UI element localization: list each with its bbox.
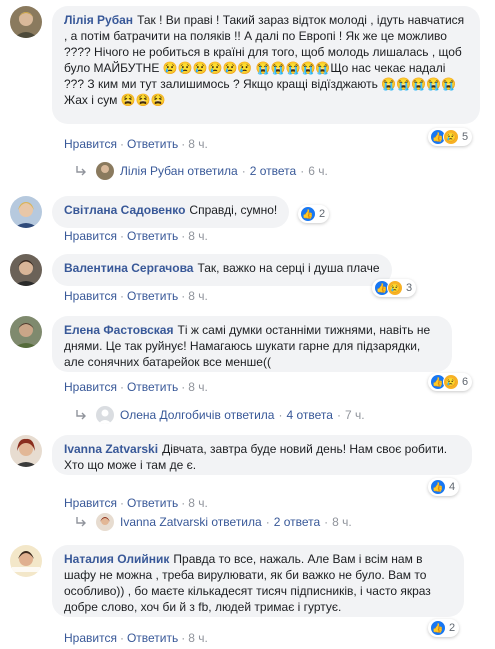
replies-link[interactable]: Олена Долгобичів ответила · 4 ответа · 7 ч. [74, 405, 365, 425]
reaction-count: 4 [449, 481, 456, 493]
reply-button[interactable]: Ответить [127, 631, 178, 645]
comment-actions: Нравится · Ответить · 8 ч. [64, 289, 208, 303]
reply-count[interactable]: 4 ответа [286, 408, 332, 422]
replier-name[interactable]: Олена Долгобичів [120, 408, 221, 422]
reactions-badge[interactable]: 👍 😢 3 [372, 279, 417, 297]
replier-name[interactable]: Ivanna Zatvarski [120, 515, 208, 529]
default-avatar-icon [96, 406, 114, 424]
comment-author[interactable]: Ivanna Zatvarski [64, 442, 158, 456]
comment-actions: Нравится · Ответить · 8 ч. [64, 631, 208, 645]
reply-arrow-icon [76, 166, 86, 176]
reply-time: 6 ч. [308, 164, 328, 178]
comment-actions: Нравится · Ответить · 8 ч. [64, 380, 208, 394]
reactions-badge[interactable]: 👍 😢 5 [428, 128, 473, 146]
comment-text: Справді, сумно! [189, 203, 278, 217]
comment-bubble: Ivanna Zatvarski Дівчата, завтра буде нов… [52, 435, 472, 475]
comment-bubble: Валентина Сергачова Так, важко на серці і… [52, 254, 392, 286]
reactions-badge[interactable]: 👍 4 [428, 478, 460, 496]
reaction-count: 3 [406, 282, 413, 294]
avatar[interactable] [10, 196, 42, 228]
comment-actions: Нравится · Ответить · 8 ч. [64, 137, 208, 151]
like-reaction-icon: 👍 [300, 206, 316, 222]
sad-reaction-icon: 😢 [443, 374, 459, 390]
like-button[interactable]: Нравится [64, 631, 117, 645]
like-button[interactable]: Нравится [64, 137, 117, 151]
comment-time[interactable]: 8 ч. [188, 137, 208, 151]
avatar[interactable] [10, 316, 42, 348]
reply-button[interactable]: Ответить [127, 496, 178, 510]
comment-time[interactable]: 8 ч. [188, 496, 208, 510]
reply-time: 7 ч. [344, 408, 365, 422]
comment-author[interactable]: Лілія Рубан [64, 13, 133, 27]
replies-link[interactable]: Лілія Рубан ответила · 2 ответа · 6 ч. [74, 161, 328, 181]
comment-actions: Нравится · Ответить · 8 ч. [64, 496, 208, 510]
reaction-count: 5 [462, 131, 469, 143]
avatar[interactable] [10, 254, 42, 286]
reply-arrow-icon [76, 410, 86, 420]
like-button[interactable]: Нравится [64, 229, 117, 243]
reply-button[interactable]: Ответить [127, 137, 178, 151]
like-button[interactable]: Нравится [64, 289, 117, 303]
comment-thread: Лілія Рубан Так ! Ви праві ! Такий зараз … [0, 0, 495, 649]
comment-text: Так, важко на серці і душа плаче [197, 261, 380, 275]
comment-actions: Нравится · Ответить · 8 ч. [64, 229, 208, 243]
reply-avatar [96, 162, 114, 180]
replies-link[interactable]: Ivanna Zatvarski ответила · 2 ответа · 8 ч. [74, 512, 352, 532]
comment-time[interactable]: 8 ч. [188, 380, 208, 394]
reactions-badge[interactable]: 👍 😢 6 [428, 373, 473, 391]
avatar[interactable] [10, 6, 42, 38]
reaction-count: 6 [462, 376, 469, 388]
reaction-count: 2 [449, 622, 456, 634]
comment-bubble: Світлана Садовенко Справді, сумно! [52, 196, 290, 228]
reaction-count: 2 [319, 208, 326, 220]
comment-time[interactable]: 8 ч. [188, 289, 208, 303]
comment-text: Так ! Ви праві ! Такий зараз відток моло… [64, 13, 465, 107]
sad-reaction-icon: 😢 [387, 280, 403, 296]
comment-bubble: Елена Фастовская Ті ж самі думки останнім… [52, 316, 452, 372]
like-button[interactable]: Нравится [64, 496, 117, 510]
reply-arrow-icon [76, 517, 86, 527]
comment-author[interactable]: Валентина Сергачова [64, 261, 193, 275]
comment-bubble: Лілія Рубан Так ! Ви праві ! Такий зараз … [52, 6, 480, 124]
reply-button[interactable]: Ответить [127, 289, 178, 303]
reply-button[interactable]: Ответить [127, 380, 178, 394]
avatar[interactable] [10, 545, 42, 577]
sad-reaction-icon: 😢 [443, 129, 459, 145]
reply-count[interactable]: 2 ответа [250, 164, 296, 178]
like-reaction-icon: 👍 [430, 479, 446, 495]
comment-author[interactable]: Світлана Садовенко [64, 203, 185, 217]
comment-time[interactable]: 8 ч. [188, 631, 208, 645]
comment-time[interactable]: 8 ч. [188, 229, 208, 243]
reactions-badge[interactable]: 👍 2 [298, 205, 330, 223]
avatar[interactable] [10, 435, 42, 467]
comment-author[interactable]: Наталия Олийник [64, 552, 169, 566]
reply-avatar [96, 513, 114, 531]
replier-name[interactable]: Лілія Рубан [120, 164, 184, 178]
reply-button[interactable]: Ответить [127, 229, 178, 243]
comment-author[interactable]: Елена Фастовская [64, 323, 173, 337]
comment-bubble: Наталия Олийник Правда то все, нажаль. Ал… [52, 545, 464, 617]
like-reaction-icon: 👍 [430, 620, 446, 636]
reply-time: 8 ч. [332, 515, 352, 529]
like-button[interactable]: Нравится [64, 380, 117, 394]
reply-count[interactable]: 2 ответа [274, 515, 320, 529]
reactions-badge[interactable]: 👍 2 [428, 619, 460, 637]
